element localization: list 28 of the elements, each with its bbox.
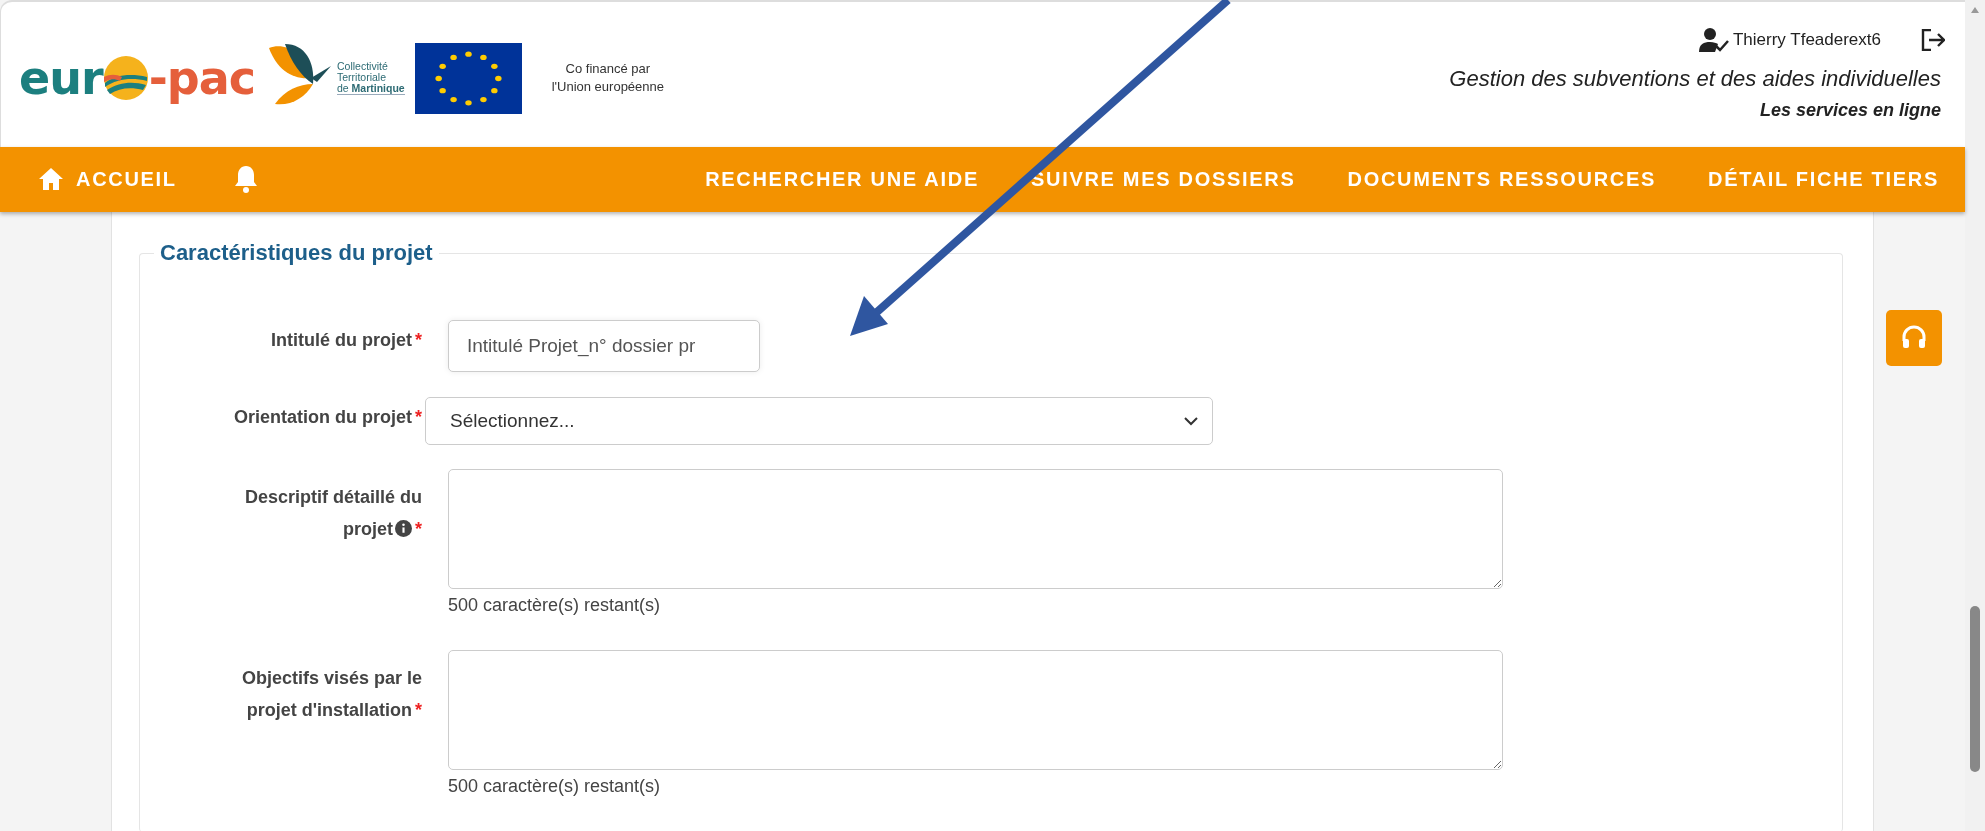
nav-link[interactable]: DOCUMENTS RESSOURCES — [1321, 167, 1682, 191]
logout-icon[interactable] — [1921, 28, 1945, 51]
user-name[interactable]: Thierry Tfeaderext6 — [1698, 27, 1881, 52]
nav-link[interactable]: RECHERCHER UNE AIDE — [679, 167, 1005, 191]
site-subtitle: Les services en ligne — [1759, 99, 1941, 121]
bell-icon[interactable] — [232, 164, 259, 195]
scrollbar-thumb[interactable] — [1970, 606, 1980, 772]
character-counter: 500 caractère(s) restant(s) — [448, 776, 661, 797]
field-label: Orientation du projet * — [233, 406, 422, 429]
home-icon — [38, 167, 64, 192]
ctm-logo: Collectivité Territoriale de Martinique — [264, 38, 405, 119]
support-button[interactable] — [1886, 310, 1942, 366]
site-title: Gestion des subventions et des aides individuelles — [1449, 65, 1941, 92]
home-link[interactable]: ACCUEIL — [38, 167, 203, 192]
scroll-up-icon[interactable] — [1970, 6, 1980, 14]
nav-link[interactable]: SUIVRE MES DOSSIERS — [1004, 167, 1322, 191]
field-label: Descriptif détaillé du projet * — [243, 486, 422, 541]
field-label: Objectifs visés par le projet d'installation * — [240, 667, 422, 722]
eu-funding-text: Co financé par l'Union européenne — [551, 60, 665, 97]
headset-icon — [1901, 325, 1927, 351]
orientation-dropdown[interactable]: Sélectionnez... — [425, 397, 1213, 445]
project-title-field[interactable]: Intitulé Projet_n° dossier pr — [448, 320, 760, 372]
chevron-icon — [1184, 416, 1198, 426]
character-counter: 500 caractère(s) restant(s) — [448, 595, 661, 616]
europac-logo: eur -pac — [19, 51, 255, 106]
user-check-icon — [1698, 27, 1729, 52]
field-label: Intitulé du projet * — [270, 329, 422, 352]
nav-link[interactable]: DÉTAIL FICHE TIERS — [1682, 167, 1965, 191]
